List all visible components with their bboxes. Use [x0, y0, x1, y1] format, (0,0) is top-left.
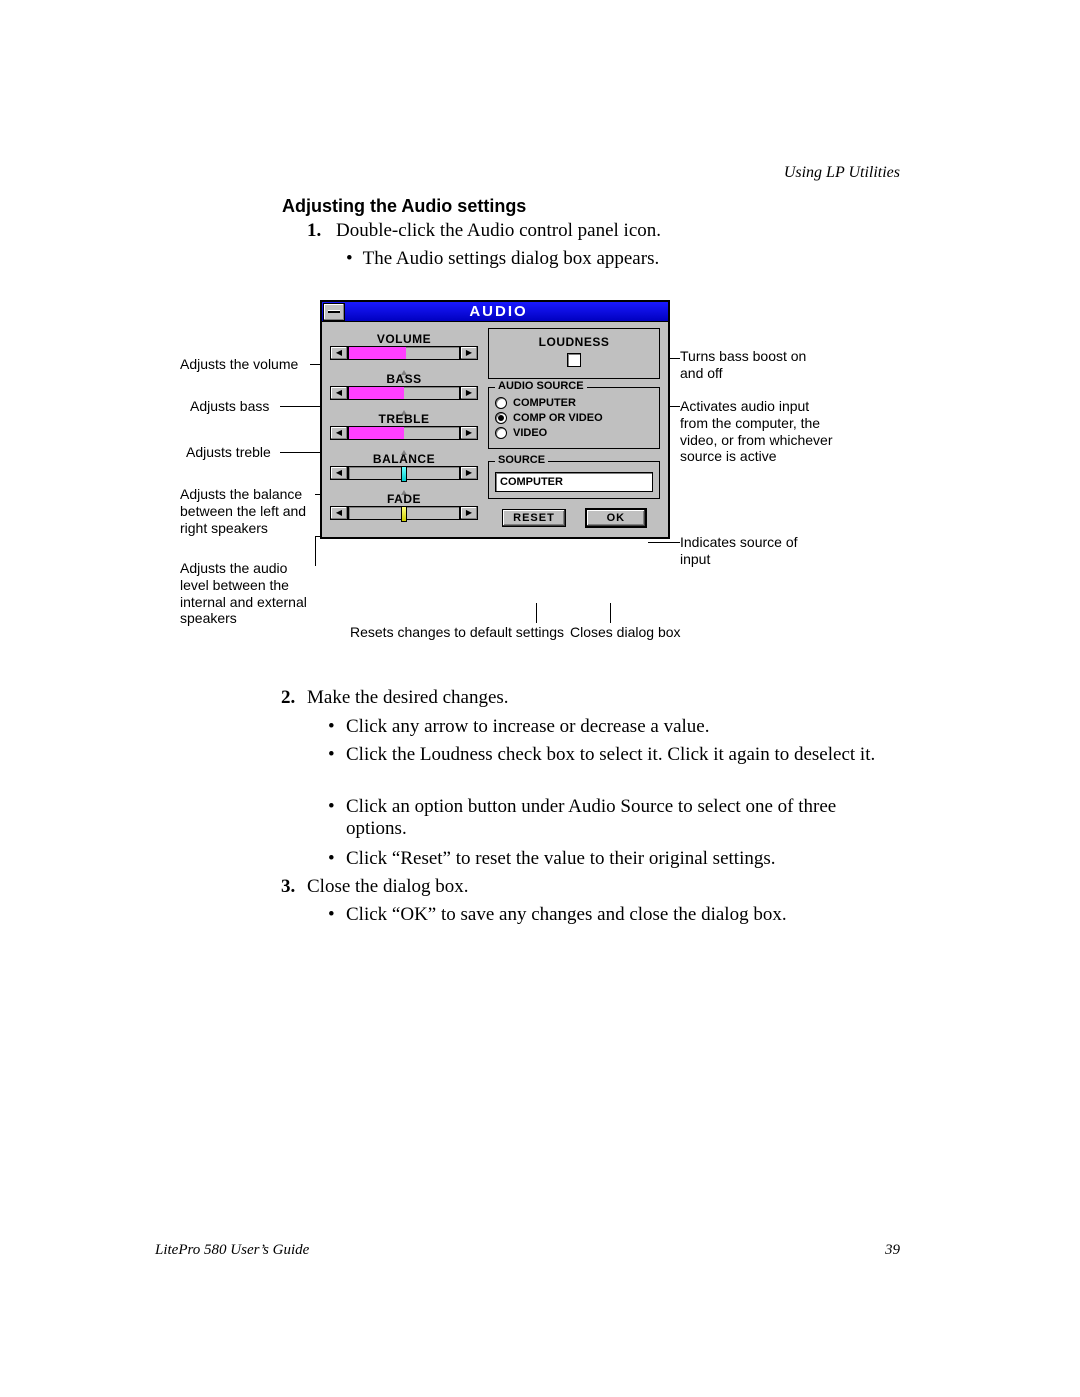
step-1-number: 1.	[307, 220, 321, 241]
volume-slider[interactable]: ◀ ▶	[330, 346, 478, 360]
audio-dialog: AUDIO VOLUME ◀ ▶ BASS ◀ ▶	[320, 300, 670, 539]
radio-icon[interactable]	[495, 427, 507, 439]
footer-left: LitePro 580 User’s Guide	[155, 1242, 309, 1259]
volume-fill	[349, 347, 406, 359]
step-2-text: Make the desired changes.	[307, 687, 509, 708]
volume-label: VOLUME	[330, 332, 478, 346]
sliders-column: VOLUME ◀ ▶ BASS ◀ ▶ TREBLE	[330, 328, 478, 527]
section-title: Adjusting the Audio settings	[282, 196, 526, 217]
audio-source-group: AUDIO SOURCE COMPUTER COMP OR VIDEO VIDE…	[488, 387, 660, 449]
radio-computer[interactable]: COMPUTER	[495, 397, 653, 409]
step-3: 3. Close the dialog box.	[307, 876, 880, 898]
bass-fill	[349, 387, 404, 399]
balance-thumb[interactable]	[401, 466, 407, 482]
radio-comp-or-video[interactable]: COMP OR VIDEO	[495, 412, 653, 424]
arrow-right-icon[interactable]: ▶	[460, 466, 478, 480]
leader-line	[610, 603, 611, 623]
step-2: 2. Make the desired changes.	[307, 687, 880, 709]
step-1-text: Double-click the Audio control panel ico…	[336, 220, 661, 241]
dialog-title: AUDIO	[351, 303, 646, 320]
right-column: LOUDNESS AUDIO SOURCE COMPUTER COMP OR V…	[488, 328, 660, 527]
fade-label: FADE	[330, 492, 478, 506]
volume-track[interactable]	[348, 346, 460, 360]
radio-label: VIDEO	[513, 427, 547, 439]
arrow-right-icon[interactable]: ▶	[460, 506, 478, 520]
leader-line	[536, 603, 537, 623]
arrow-right-icon[interactable]: ▶	[460, 426, 478, 440]
annotation-volume: Adjusts the volume	[180, 356, 310, 373]
step-2-sub-2: Click the Loudness check box to select i…	[346, 744, 880, 766]
arrow-right-icon[interactable]: ▶	[460, 386, 478, 400]
treble-slider[interactable]: ◀ ▶	[330, 426, 478, 440]
leader-line	[315, 536, 316, 566]
radio-icon[interactable]	[495, 397, 507, 409]
annotation-fade: Adjusts the audio level between the inte…	[180, 560, 320, 627]
audio-source-legend: AUDIO SOURCE	[495, 380, 587, 392]
arrow-left-icon[interactable]: ◀	[330, 506, 348, 520]
bass-label: BASS	[330, 372, 478, 386]
arrow-left-icon[interactable]: ◀	[330, 346, 348, 360]
arrow-left-icon[interactable]: ◀	[330, 386, 348, 400]
step-3-text: Close the dialog box.	[307, 876, 468, 897]
tick-icon	[330, 402, 478, 408]
annotation-source-indicator: Indicates source of input	[680, 534, 820, 568]
step-2-sub-1: Click any arrow to increase or decrease …	[346, 716, 880, 738]
treble-fill	[349, 427, 404, 439]
step-1-sub: The Audio settings dialog box appears.	[346, 248, 659, 270]
system-menu-icon[interactable]	[323, 303, 345, 321]
radio-label: COMPUTER	[513, 397, 576, 409]
balance-track[interactable]	[348, 466, 460, 480]
annotation-balance: Adjusts the balance between the left and…	[180, 486, 315, 536]
annotation-reset: Resets changes to default settings	[350, 624, 564, 640]
dialog-body: VOLUME ◀ ▶ BASS ◀ ▶ TREBLE	[322, 322, 668, 537]
source-legend: SOURCE	[495, 454, 548, 466]
annotation-ok: Closes dialog box	[570, 624, 681, 640]
step-3-sub: Click “OK” to save any changes and close…	[346, 904, 880, 926]
step-2-sub-3: Click an option button under Audio Sourc…	[346, 796, 880, 840]
radio-icon[interactable]	[495, 412, 507, 424]
step-2-number: 2.	[281, 687, 295, 709]
arrow-left-icon[interactable]: ◀	[330, 426, 348, 440]
step-2-sub-4: Click “Reset” to reset the value to thei…	[346, 848, 880, 870]
tick-icon	[330, 482, 478, 488]
titlebar: AUDIO	[322, 302, 668, 322]
balance-label: BALANCE	[330, 452, 478, 466]
bass-track[interactable]	[348, 386, 460, 400]
fade-track[interactable]	[348, 506, 460, 520]
figure: Adjusts the volume Adjusts bass Adjusts …	[180, 300, 900, 640]
fade-thumb[interactable]	[401, 506, 407, 522]
ok-button[interactable]: OK	[586, 509, 646, 527]
arrow-right-icon[interactable]: ▶	[460, 346, 478, 360]
footer-page-number: 39	[885, 1242, 900, 1259]
radio-label: COMP OR VIDEO	[513, 412, 603, 424]
tick-icon	[330, 442, 478, 448]
page: Using LP Utilities Adjusting the Audio s…	[0, 0, 1080, 1397]
annotation-audio-source: Activates audio input from the computer,…	[680, 398, 840, 465]
loudness-checkbox[interactable]	[567, 353, 581, 367]
step-3-number: 3.	[281, 876, 295, 898]
leader-line	[648, 542, 680, 543]
header-right: Using LP Utilities	[784, 164, 900, 182]
balance-slider[interactable]: ◀ ▶	[330, 466, 478, 480]
reset-button[interactable]: RESET	[502, 509, 566, 527]
button-row: RESET OK	[488, 509, 660, 527]
loudness-label: LOUDNESS	[495, 335, 653, 349]
source-value: COMPUTER	[495, 472, 653, 492]
tick-icon	[330, 362, 478, 368]
loudness-group: LOUDNESS	[488, 328, 660, 379]
treble-track[interactable]	[348, 426, 460, 440]
arrow-left-icon[interactable]: ◀	[330, 466, 348, 480]
step-1: 1. Double-click the Audio control panel …	[307, 220, 880, 242]
annotation-loudness: Turns bass boost on and off	[680, 348, 820, 382]
radio-video[interactable]: VIDEO	[495, 427, 653, 439]
treble-label: TREBLE	[330, 412, 478, 426]
bass-slider[interactable]: ◀ ▶	[330, 386, 478, 400]
source-group: SOURCE COMPUTER	[488, 461, 660, 499]
fade-slider[interactable]: ◀ ▶	[330, 506, 478, 520]
